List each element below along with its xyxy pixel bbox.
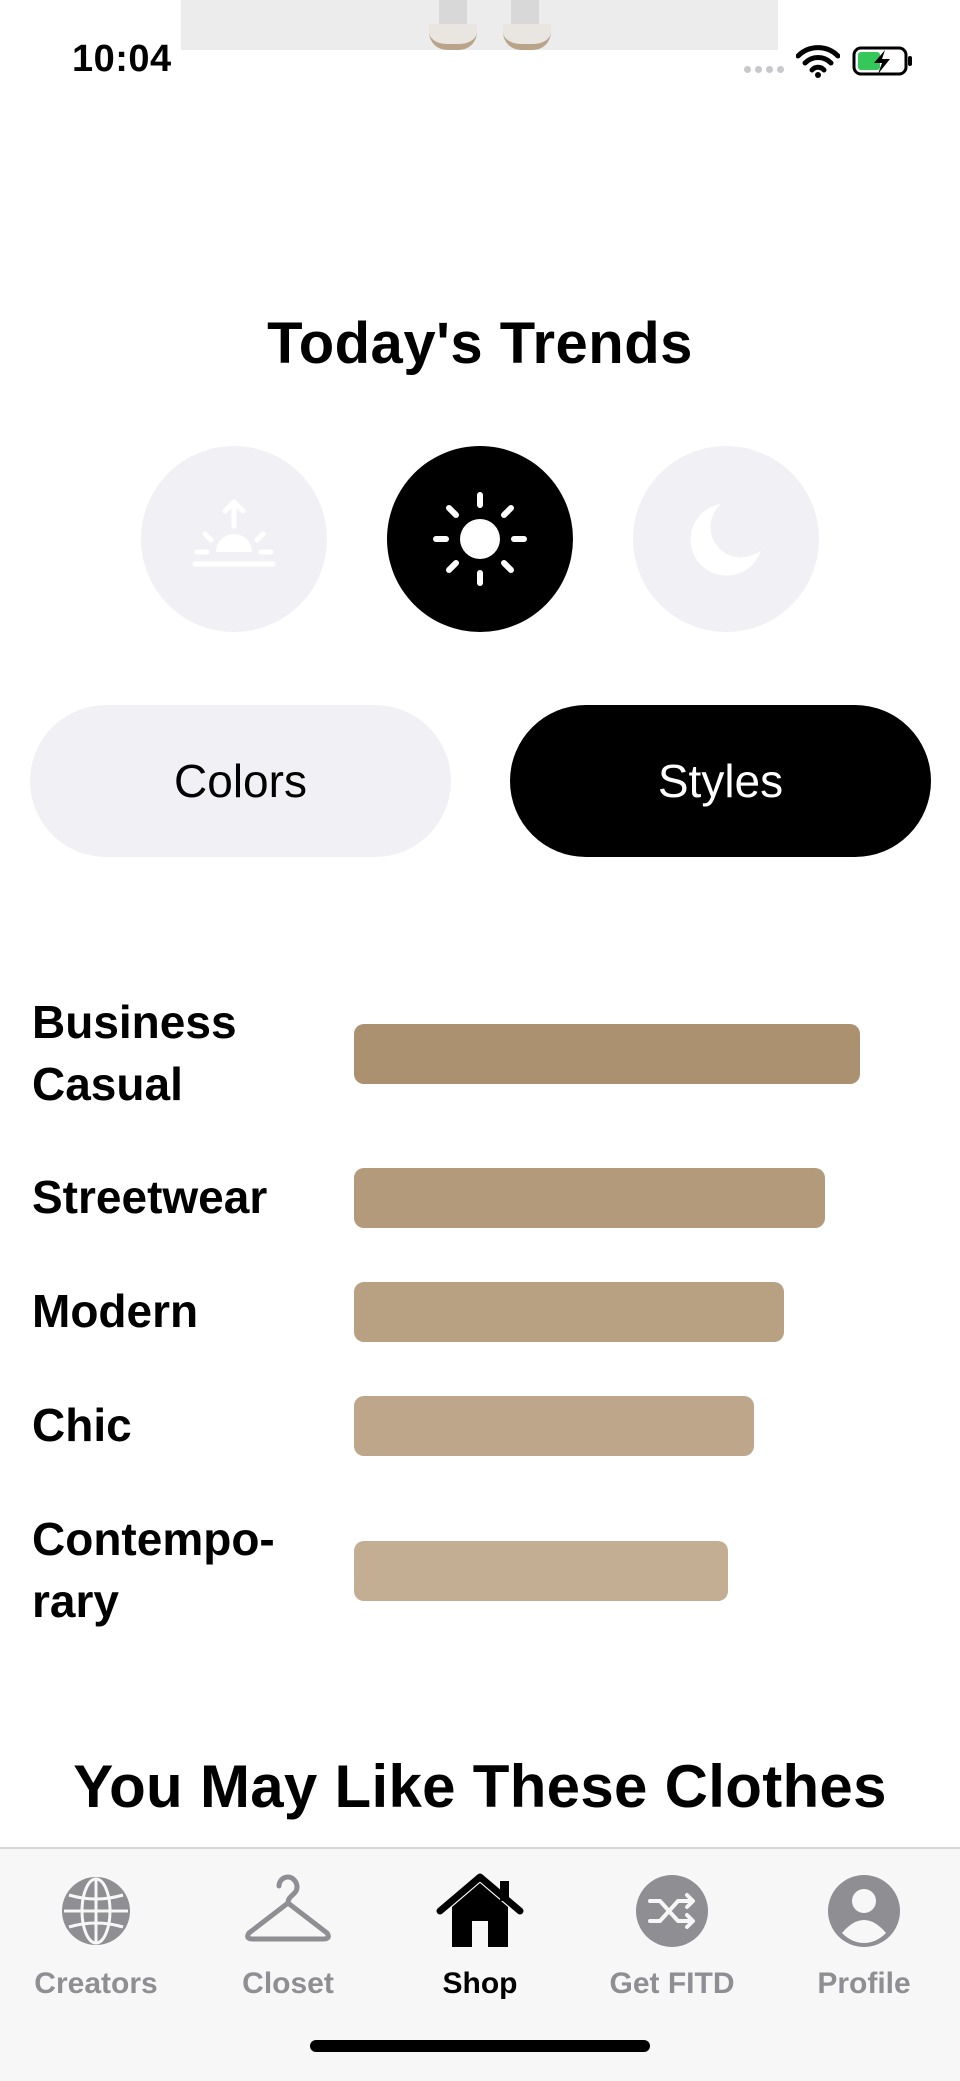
person-icon	[828, 1875, 900, 1947]
photo-shoe-right	[503, 24, 551, 50]
cellular-signal-icon	[744, 66, 784, 73]
trend-bar	[354, 1024, 860, 1084]
trend-label: Chic	[32, 1399, 132, 1451]
tab-closet[interactable]: Closet	[192, 1865, 384, 2001]
tab-creators[interactable]: Creators	[0, 1865, 192, 2001]
sunrise-icon	[192, 499, 276, 567]
sun-icon	[433, 492, 527, 586]
time-of-day-morning-button[interactable]	[141, 446, 327, 632]
trend-bar	[354, 1396, 754, 1456]
tab-shop[interactable]: Shop	[384, 1865, 576, 2001]
tab-label: Shop	[442, 1967, 518, 2000]
trend-bar	[354, 1168, 825, 1228]
tab-label: Profile	[817, 1967, 911, 2000]
status-time: 10:04	[72, 38, 172, 80]
photo-shoe-left	[429, 24, 477, 50]
trend-bar	[354, 1541, 728, 1601]
trend-bar	[354, 1282, 784, 1342]
product-photo-strip[interactable]	[181, 0, 778, 50]
time-of-day-day-button[interactable]	[387, 446, 573, 632]
tab-label: Closet	[242, 1967, 334, 2000]
battery-icon	[852, 46, 912, 76]
wifi-icon	[796, 45, 840, 78]
moon-icon	[690, 504, 761, 576]
tab-profile[interactable]: Profile	[768, 1865, 960, 2001]
trend-label: Streetwear	[32, 1171, 268, 1223]
styles-segment-button[interactable]: Styles	[510, 705, 931, 857]
globe-icon	[62, 1877, 130, 1945]
tab-get-fitd[interactable]: Get FITD	[576, 1865, 768, 2001]
trend-label: Business Casual	[32, 996, 237, 1110]
shuffle-icon	[636, 1875, 708, 1947]
colors-segment-button[interactable]: Colors	[30, 705, 451, 857]
recommendations-title: You May Like These Clothes	[73, 1753, 887, 1820]
home-indicator	[310, 2040, 650, 2052]
house-icon	[436, 1873, 524, 1947]
trend-label: Modern	[32, 1285, 199, 1337]
trend-label: Contempo-rary	[32, 1513, 275, 1627]
time-of-day-night-button[interactable]	[633, 446, 819, 632]
tab-label: Creators	[34, 1967, 158, 2000]
tab-label: Get FITD	[609, 1967, 735, 2000]
page-title: Today's Trends	[267, 311, 693, 376]
hanger-icon	[245, 1874, 331, 1942]
